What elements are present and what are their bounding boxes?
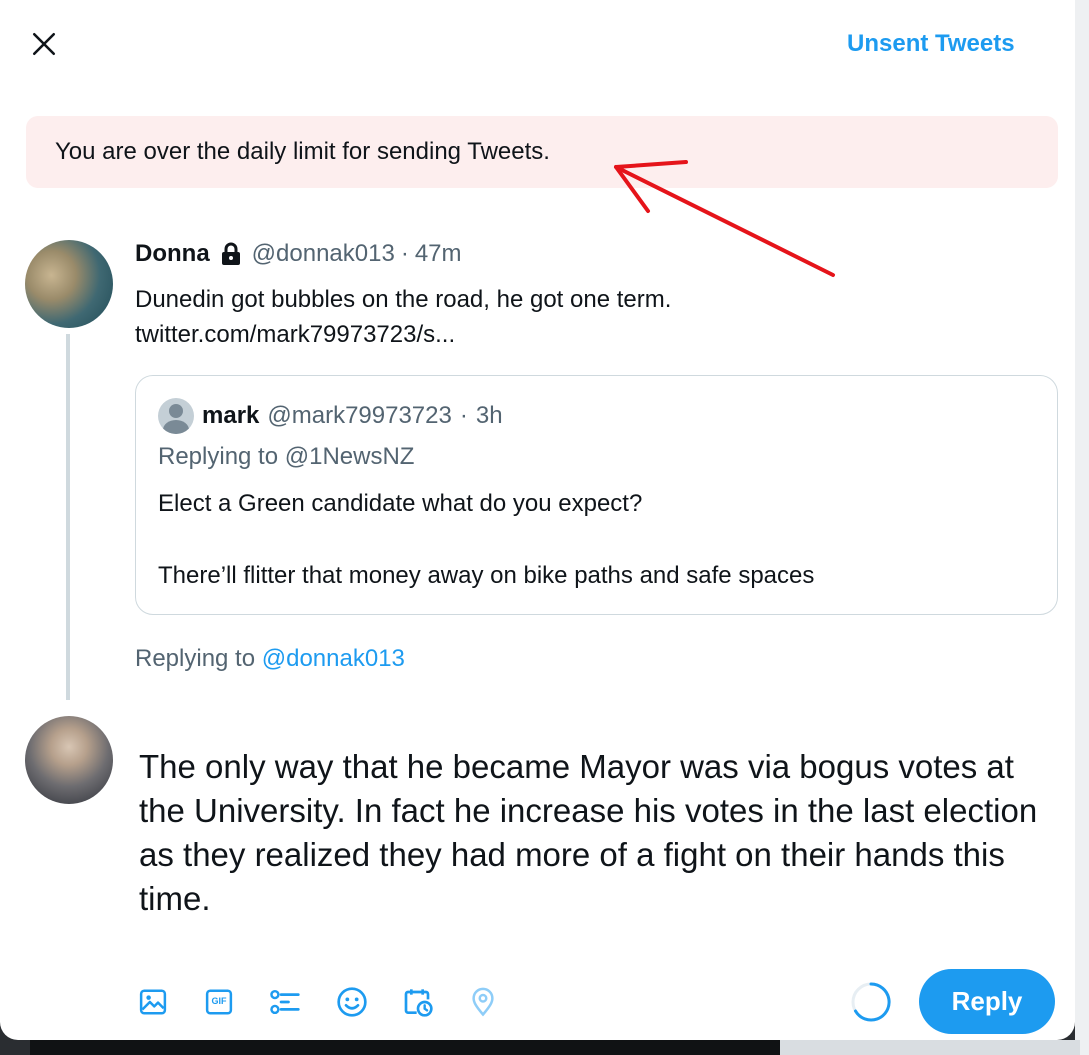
gif-label: GIF [211,996,227,1006]
add-media-button[interactable] [138,982,204,1022]
add-location-button[interactable] [468,982,534,1022]
tweet-time[interactable]: 47m [415,240,462,268]
replying-to-prefix: Replying to [135,645,256,672]
character-count-ring-icon [851,982,891,1022]
add-poll-button[interactable] [270,982,336,1022]
replying-to-handle[interactable]: @donnak013 [262,645,405,672]
schedule-button[interactable] [402,982,468,1022]
meta-separator: · [400,240,409,267]
quoted-text-line: There’ll flitter that money away on bike… [158,562,815,589]
reply-button[interactable]: Reply [919,969,1055,1034]
default-avatar-icon [158,398,194,434]
quoted-author-handle: @mark79973723 [267,402,452,429]
background-page-bottom-right [780,1040,1080,1055]
close-icon [31,31,57,62]
emoji-icon [336,986,368,1018]
background-page-bottom [30,1040,780,1055]
lock-icon [220,242,242,266]
quoted-tweet-header: mark @mark79973723 · 3h [158,398,503,434]
tweet-text-line: Dunedin got bubbles on the road, he got … [135,286,672,313]
quoted-text-line: Elect a Green candidate what do you expe… [158,490,643,517]
schedule-icon [402,986,434,1018]
tweet-author-name[interactable]: Donna [135,240,210,268]
gif-icon: GIF [204,987,234,1017]
unsent-tweets-button[interactable]: Unsent Tweets [847,30,1015,58]
tweet-author-handle[interactable]: @donnak013 [252,240,395,268]
tweet-header: Donna @donnak013 · 47m [135,240,462,268]
tweet-text: Dunedin got bubbles on the road, he got … [135,282,1035,352]
quoted-replying-to: Replying to @1NewsNZ [158,443,415,470]
avatar-donna[interactable] [25,240,113,328]
close-button[interactable] [24,26,64,66]
reply-compose-field[interactable]: The only way that he became Mayor was vi… [139,745,1049,921]
meta-separator: · [459,402,468,429]
add-gif-button[interactable]: GIF [204,982,270,1022]
quoted-author-name: mark [202,402,260,429]
image-icon [138,987,168,1017]
tweet-link[interactable]: twitter.com/mark79973723/s... [135,317,1035,352]
replying-to: Replying to @donnak013 [135,645,405,673]
add-emoji-button[interactable] [336,982,402,1022]
annotation-arrow [614,160,835,277]
compose-toolbar: GIF [138,982,534,1022]
reply-modal: Unsent Tweets You are over the daily lim… [0,0,1075,1040]
quoted-tweet-text: Elect a Green candidate what do you expe… [158,486,1038,594]
background-page [1075,0,1089,1055]
quoted-tweet-time: 3h [475,402,503,429]
location-icon [468,986,498,1018]
quoted-tweet-card[interactable]: mark @mark79973723 · 3h Replying to @1Ne… [135,375,1058,615]
thread-line [66,334,70,700]
poll-icon [270,987,302,1017]
avatar-current-user[interactable] [25,716,113,804]
daily-limit-alert: You are over the daily limit for sending… [26,116,1058,188]
alert-message: You are over the daily limit for sending… [55,138,550,165]
